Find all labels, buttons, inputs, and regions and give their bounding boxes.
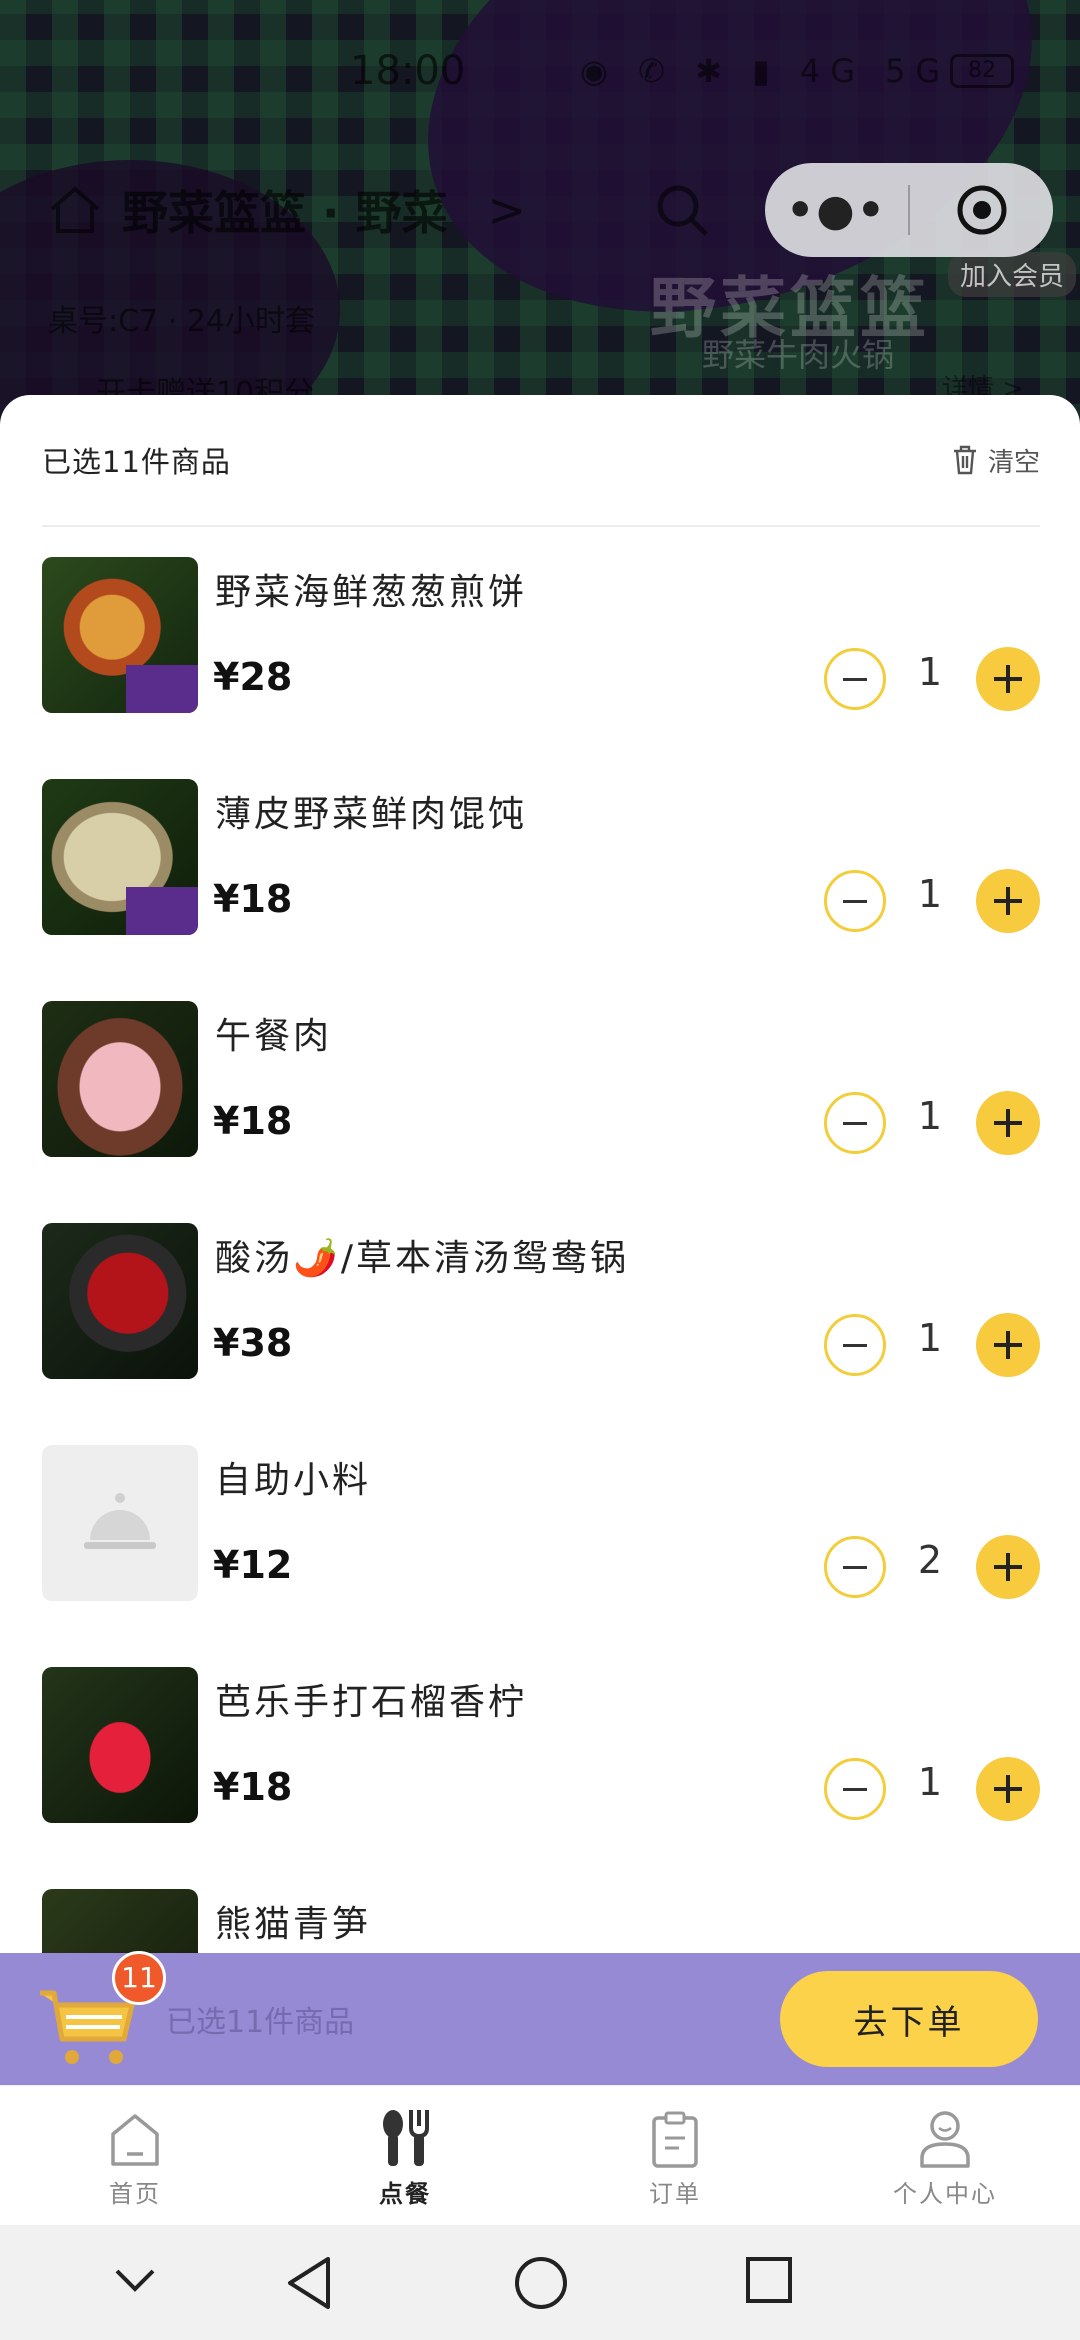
cart-item-list: 野菜海鲜葱葱煎饼 ¥28 1 薄皮野菜鲜肉馄饨 ¥18 1 午餐肉 ¥18 1 … <box>0 545 1080 1955</box>
cart-sheet: 已选11件商品 清空 野菜海鲜葱葱煎饼 ¥28 1 薄皮野菜鲜肉馄饨 ¥18 1 <box>0 395 1080 1955</box>
miniprogram-capsule: •●• <box>765 163 1053 257</box>
utensils-icon <box>383 2110 429 2166</box>
tab-home-label: 首页 <box>109 2180 161 2208</box>
item-quantity: 1 <box>917 650 943 694</box>
trash-icon <box>953 445 976 475</box>
place-order-button[interactable]: 去下单 <box>780 1971 1038 2067</box>
item-quantity: 1 <box>917 1094 943 1138</box>
cart-count-badge: 11 <box>112 1951 166 2005</box>
tab-home[interactable]: 首页 <box>0 2086 270 2225</box>
cart-item: 薄皮野菜鲜肉馄饨 ¥18 1 <box>0 767 1080 989</box>
item-image <box>42 1223 198 1379</box>
increase-quantity-button[interactable] <box>976 1535 1040 1599</box>
cart-sheet-header: 已选11件商品 清空 <box>42 395 1040 527</box>
store-name[interactable]: 野菜篮篮 · 野菜 <box>122 177 448 243</box>
brand-subtitle: 野菜牛肉火锅 <box>702 336 895 374</box>
cart-selected-count: 已选11件商品 <box>42 445 231 479</box>
more-menu-button[interactable]: •●• <box>765 185 908 236</box>
tab-profile[interactable]: 个人中心 <box>810 2086 1080 2225</box>
item-image <box>42 1667 198 1823</box>
decrease-quantity-button[interactable] <box>824 1758 886 1820</box>
table-number: 桌号:C7 · 24小时套 <box>48 304 315 339</box>
status-time: 18:00 <box>350 48 466 94</box>
item-image <box>42 1889 198 1955</box>
cart-item: 自助小料 ¥12 2 <box>0 1433 1080 1655</box>
clipboard-icon <box>652 2111 698 2168</box>
item-name: 芭乐手打石榴香柠 <box>215 1682 528 1723</box>
cart-item: 午餐肉 ¥18 1 <box>0 989 1080 1211</box>
close-miniprogram-button[interactable] <box>910 182 1053 238</box>
decrease-quantity-button[interactable] <box>824 1314 886 1376</box>
food-cloche-icon <box>84 1493 156 1549</box>
item-image <box>42 779 198 935</box>
tab-order-food[interactable]: 点餐 <box>270 2086 540 2225</box>
cart-item: 熊猫青笋 <box>0 1877 1080 1955</box>
tab-orders[interactable]: 订单 <box>540 2086 810 2225</box>
back-icon[interactable] <box>284 2255 334 2311</box>
increase-quantity-button[interactable] <box>976 869 1040 933</box>
increase-quantity-button[interactable] <box>976 1313 1040 1377</box>
decrease-quantity-button[interactable] <box>824 648 886 710</box>
checkout-bar: 11 已选11件商品 去下单 <box>0 1951 1080 2085</box>
tab-orders-label: 订单 <box>649 2180 701 2208</box>
recent-apps-icon[interactable] <box>744 2255 794 2305</box>
item-price: ¥18 <box>213 1765 293 1809</box>
decrease-quantity-button[interactable] <box>824 1092 886 1154</box>
join-member-badge[interactable]: 加入会员 <box>948 252 1077 297</box>
store-title-bar: 野菜篮篮 · 野菜 > <box>48 180 526 240</box>
item-name: 酸汤🌶️/草本清汤鸳鸯锅 <box>215 1238 629 1279</box>
cart-summary: 已选11件商品 <box>166 2005 355 2040</box>
item-name: 熊猫青笋 <box>215 1904 372 1945</box>
chevron-right-icon: > <box>487 183 527 237</box>
item-price: ¥28 <box>213 655 293 699</box>
item-name: 自助小料 <box>215 1460 372 1501</box>
item-image <box>42 557 198 713</box>
cart-item: 野菜海鲜葱葱煎饼 ¥28 1 <box>0 545 1080 767</box>
tab-profile-label: 个人中心 <box>893 2180 997 2208</box>
item-quantity: 1 <box>917 1316 943 1360</box>
item-price: ¥38 <box>213 1321 293 1365</box>
increase-quantity-button[interactable] <box>976 647 1040 711</box>
chevron-down-icon[interactable] <box>113 2267 157 2295</box>
item-quantity: 1 <box>917 1760 943 1804</box>
decrease-quantity-button[interactable] <box>824 1536 886 1598</box>
item-price: ¥18 <box>213 877 293 921</box>
clear-cart-button[interactable]: 清空 <box>952 442 1040 479</box>
item-image-placeholder <box>42 1445 198 1601</box>
clear-cart-label: 清空 <box>987 447 1040 478</box>
target-icon <box>957 185 1006 235</box>
battery-icon: 82 <box>950 54 1014 88</box>
user-icon <box>920 2111 970 2168</box>
item-name: 薄皮野菜鲜肉馄饨 <box>215 794 528 835</box>
home-circle-icon[interactable] <box>513 2255 569 2311</box>
increase-quantity-button[interactable] <box>976 1091 1040 1155</box>
item-quantity: 2 <box>917 1538 943 1582</box>
increase-quantity-button[interactable] <box>976 1757 1040 1821</box>
item-price: ¥12 <box>213 1543 293 1587</box>
cart-item: 芭乐手打石榴香柠 ¥18 1 <box>0 1655 1080 1877</box>
search-icon[interactable] <box>652 180 712 240</box>
status-icons: ◉ ✆ ✱ ▮ 4G 5G <box>580 52 951 90</box>
tab-order-food-label: 点餐 <box>379 2180 431 2208</box>
item-name: 午餐肉 <box>215 1016 333 1057</box>
item-image <box>42 1001 198 1157</box>
item-quantity: 1 <box>917 872 943 916</box>
system-navigation-bar <box>0 2225 1080 2340</box>
bottom-tab-bar: 首页 点餐 订单 个人中心 <box>0 2085 1080 2225</box>
home-icon[interactable] <box>48 183 102 237</box>
status-bar: 18:00 ◉ ✆ ✱ ▮ 4G 5G 82 <box>0 48 1080 108</box>
home-tab-icon <box>111 2114 159 2166</box>
item-price: ¥18 <box>213 1099 293 1143</box>
decrease-quantity-button[interactable] <box>824 870 886 932</box>
cart-item: 酸汤🌶️/草本清汤鸳鸯锅 ¥38 1 <box>0 1211 1080 1433</box>
item-name: 野菜海鲜葱葱煎饼 <box>215 572 528 613</box>
